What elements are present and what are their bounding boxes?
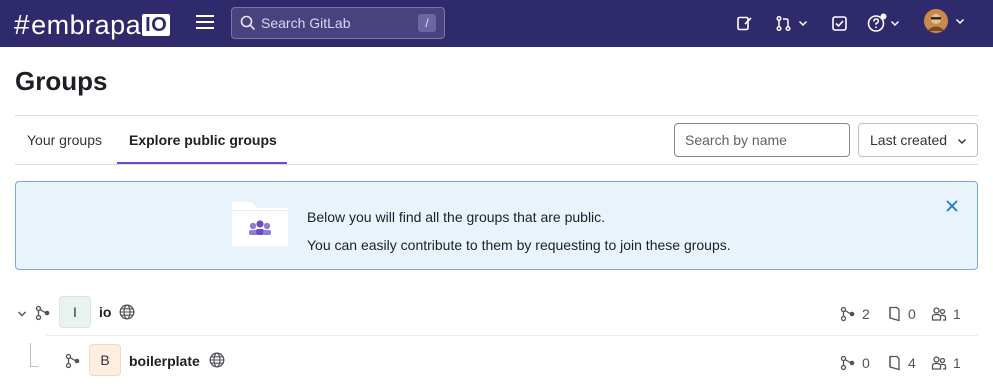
chevron-down-icon [798, 20, 808, 27]
search-shortcut-badge: / [418, 14, 436, 32]
member-count: 1 [931, 355, 961, 371]
project-count-value: 0 [908, 306, 916, 322]
subgroup-icon [840, 306, 855, 322]
group-name[interactable]: boilerplate [129, 353, 200, 369]
group-avatar[interactable]: I [59, 296, 91, 328]
logo-hash: # [14, 9, 31, 40]
avatar [924, 9, 948, 33]
subgroup-icon [65, 353, 80, 369]
tab-your-groups[interactable]: Your groups [27, 132, 102, 148]
chevron-down-icon [955, 18, 965, 25]
divider [15, 164, 978, 165]
close-icon[interactable] [945, 199, 959, 213]
users-icon [931, 307, 947, 321]
subgroup-icon [840, 355, 855, 371]
banner-line-1: Below you will find all the groups that … [307, 209, 606, 225]
project-count: 0 [886, 306, 916, 322]
banner-line-2: You can easily contribute to them by req… [307, 237, 731, 253]
globe-icon [209, 352, 225, 368]
user-avatar[interactable] [924, 9, 966, 33]
menu-icon[interactable] [196, 15, 214, 31]
group-name[interactable]: io [99, 304, 111, 320]
search-by-name-input[interactable] [674, 123, 850, 157]
tab-explore-public-groups[interactable]: Explore public groups [129, 132, 277, 148]
logo-text: embrapa [31, 9, 142, 40]
issues-icon[interactable] [736, 13, 753, 33]
chevron-down-icon [890, 20, 900, 27]
chevron-down-icon[interactable] [17, 309, 27, 319]
member-count-value: 1 [953, 306, 961, 322]
project-count-value: 4 [908, 355, 916, 371]
subgroup-count: 2 [840, 306, 870, 322]
todo-icon[interactable] [831, 13, 848, 33]
subgroup-count: 0 [840, 355, 870, 371]
subgroup-icon [35, 305, 50, 321]
globe-icon [119, 304, 135, 320]
page-title: Groups [15, 66, 108, 96]
top-navbar: # embrapa IO Search GitLab / [0, 0, 993, 47]
search-box[interactable]: Search GitLab / [231, 7, 445, 39]
search-placeholder: Search GitLab [261, 15, 351, 31]
logo-badge: IO [142, 14, 171, 36]
project-count: 4 [886, 355, 916, 371]
member-count: 1 [931, 306, 961, 322]
subgroup-count-value: 0 [862, 355, 870, 371]
chevron-down-icon [958, 139, 966, 144]
brand-logo[interactable]: # embrapa IO [14, 9, 171, 41]
bookmark-icon [889, 306, 900, 322]
bookmark-icon [889, 355, 900, 371]
group-avatar[interactable]: B [89, 344, 121, 376]
info-banner: Below you will find all the groups that … [15, 181, 978, 270]
tree-connector [30, 343, 38, 367]
groups-folder-illustration [232, 202, 288, 246]
sort-dropdown[interactable]: Last created [858, 123, 978, 157]
merge-requests-icon[interactable] [775, 13, 809, 33]
row-divider [46, 335, 978, 336]
sort-label: Last created [870, 132, 948, 148]
member-count-value: 1 [953, 355, 961, 371]
users-icon [931, 356, 947, 370]
help-icon[interactable] [867, 13, 901, 33]
search-icon [240, 15, 256, 31]
divider [15, 115, 978, 116]
subgroup-count-value: 2 [862, 306, 870, 322]
